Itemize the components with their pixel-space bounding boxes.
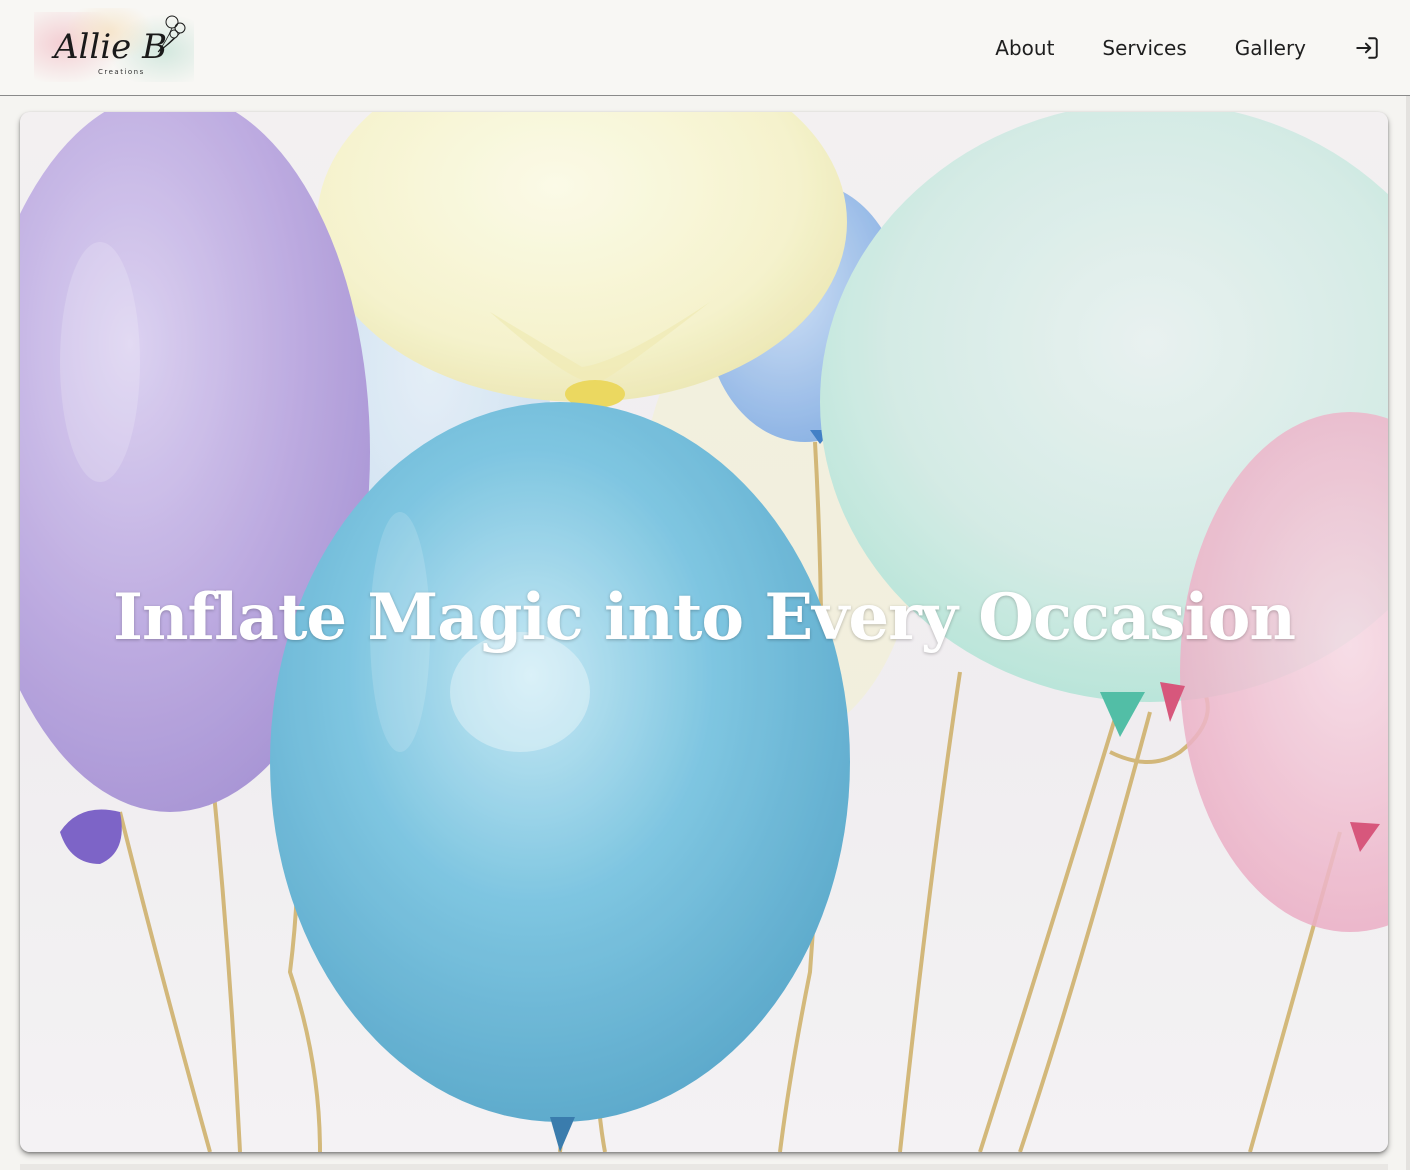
logo-tagline: Creations — [98, 68, 145, 76]
next-section-edge — [20, 1164, 1388, 1170]
nav-link-services[interactable]: Services — [1102, 36, 1186, 60]
nav-link-gallery[interactable]: Gallery — [1235, 36, 1306, 60]
nav-link-about[interactable]: About — [995, 36, 1054, 60]
hero-title: Inflate Magic into Every Occasion — [113, 580, 1296, 655]
brand-logo[interactable]: Allie B Creations — [34, 8, 194, 84]
page-scrollbar[interactable] — [1406, 96, 1410, 1170]
logo-image: Allie B Creations — [34, 8, 194, 82]
navbar: Allie B Creations About Services Gallery — [0, 0, 1410, 96]
hero-banner: Inflate Magic into Every Occasion — [20, 112, 1388, 1152]
main-nav: About Services Gallery — [995, 0, 1410, 96]
login-icon[interactable] — [1354, 35, 1380, 61]
logo-text: Allie B — [51, 27, 167, 67]
